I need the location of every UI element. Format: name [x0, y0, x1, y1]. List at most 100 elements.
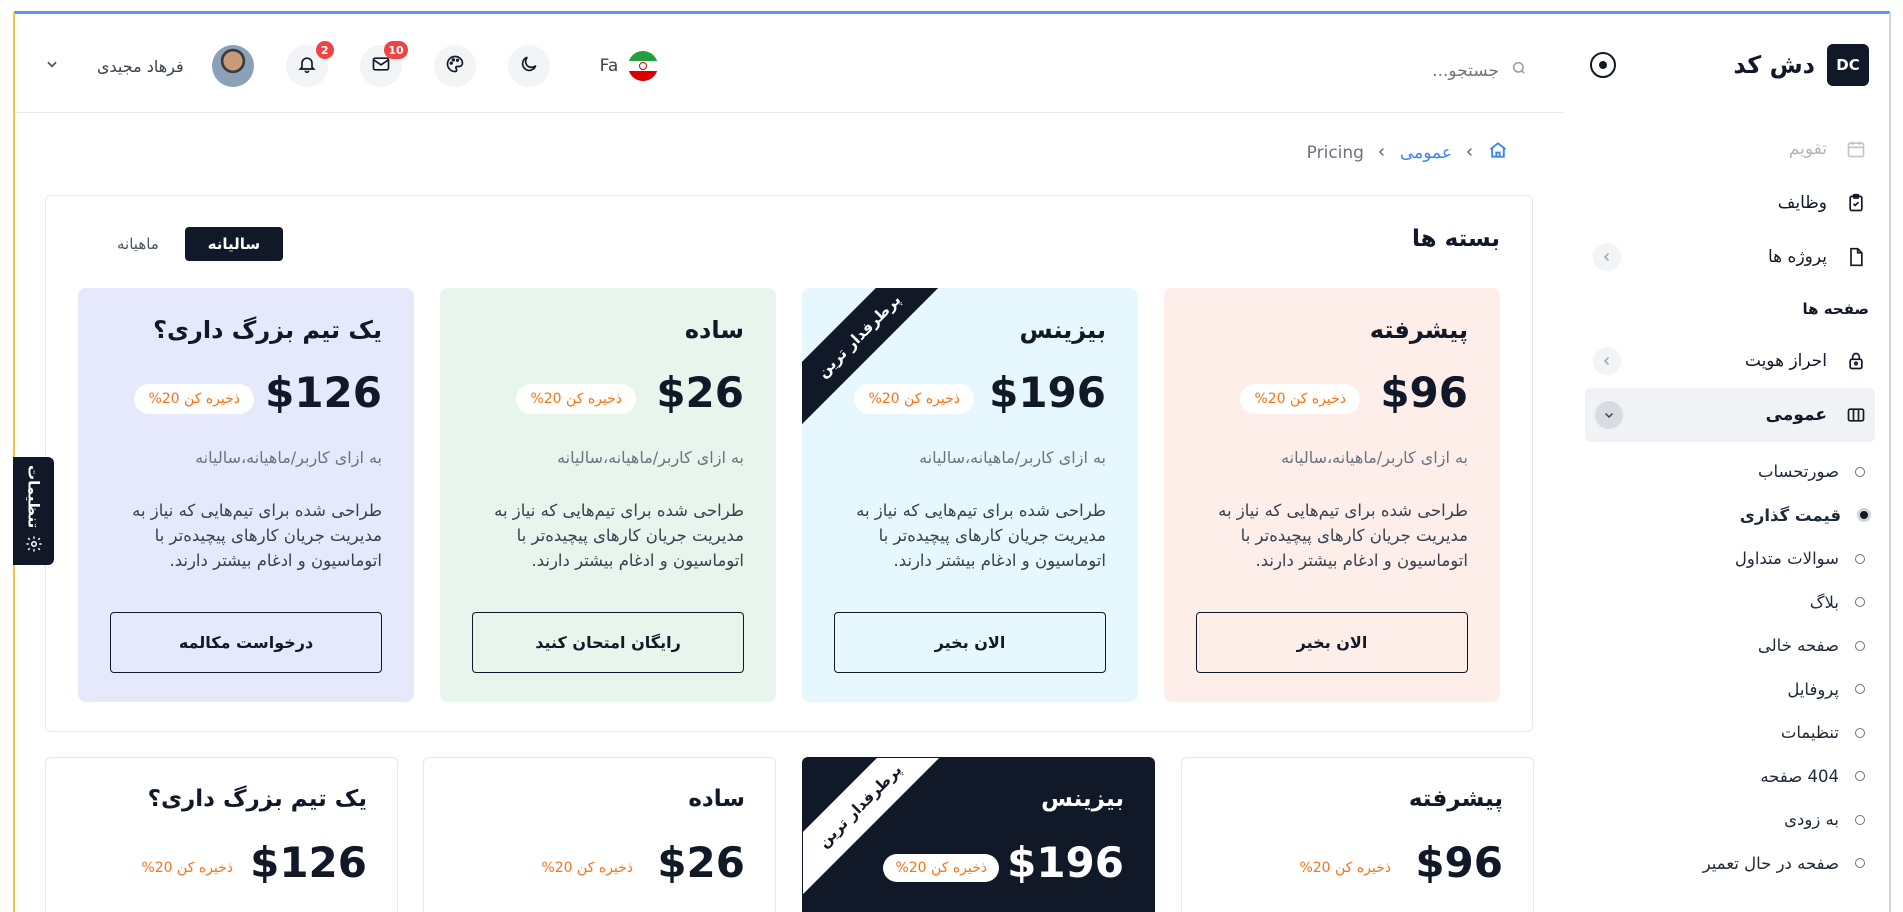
toggle-monthly[interactable]: ماهیانه — [91, 227, 185, 261]
subitem-label: تنظیمات — [1780, 723, 1839, 743]
avatar[interactable] — [211, 45, 254, 87]
pricing-title: بسته ها — [1412, 226, 1500, 252]
top-header: فرهاد مجیدی 2 10 Fa — [15, 14, 1563, 113]
plan-name: ساده — [688, 786, 745, 812]
bullet-icon — [1855, 814, 1865, 825]
home-icon[interactable] — [1488, 140, 1508, 165]
toggle-yearly[interactable]: سالیانه — [184, 227, 283, 261]
bell-icon — [297, 54, 317, 78]
language-code: Fa — [599, 56, 619, 76]
bullet-icon — [1855, 684, 1865, 695]
plan-price: $196 — [1007, 838, 1124, 887]
subitem-label: 404 صفحه — [1760, 766, 1839, 786]
plan-price: $96 — [1380, 368, 1468, 417]
search-box[interactable] — [1359, 60, 1527, 81]
messages-badge: 10 — [384, 41, 408, 59]
sidebar-subitem-coming-soon[interactable]: به زودی — [1571, 798, 1889, 842]
plan-name: بیزینس — [1019, 316, 1106, 344]
bullet-icon — [1855, 771, 1865, 782]
plan-period: به ازای کاربر/ماهیانه،سالیانه — [1281, 448, 1468, 467]
plan-cta-button[interactable]: الان بخیر — [834, 612, 1106, 673]
palette-icon — [445, 54, 465, 78]
subitem-label: صفحه خالی — [1757, 636, 1839, 656]
settings-tab-label: تنظیمات — [24, 465, 43, 529]
messages-button[interactable]: 10 — [359, 41, 408, 87]
bullet-icon — [1855, 858, 1865, 869]
window-right-border — [1889, 12, 1891, 912]
sidebar-collapse-toggle[interactable] — [1590, 52, 1616, 78]
bullet-icon — [1855, 597, 1865, 608]
notifications-button[interactable]: 2 — [285, 41, 334, 87]
bullet-icon — [1855, 553, 1865, 564]
subitem-label: بلاگ — [1809, 592, 1839, 612]
sidebar-subitem-settings[interactable]: تنظیمات — [1571, 711, 1889, 755]
sidebar-item-label: پروژه ها — [1768, 247, 1827, 267]
sidebar-item-auth[interactable]: احراز هویت — [1571, 334, 1889, 388]
dark-mode-button[interactable] — [507, 45, 550, 87]
sidebar-subitem-blog[interactable]: بلاگ — [1571, 581, 1889, 625]
save-badge: ذخیره کن 20% — [129, 854, 245, 882]
plan-description: طراحی شده برای تیم‌هایی که نیاز به مدیری… — [494, 501, 744, 570]
lock-icon — [1845, 350, 1867, 372]
file-icon — [1845, 246, 1867, 268]
plan-cta-button[interactable]: الان بخیر — [1196, 612, 1468, 673]
plan-card-advanced: پیشرفته $96 ذخیره کن 20% به ازای کاربر/م… — [1164, 288, 1500, 702]
breadcrumb-parent[interactable]: عمومی — [1400, 143, 1452, 163]
bullet-icon — [1855, 640, 1865, 651]
plan-price: $196 — [989, 368, 1106, 417]
sidebar-subitem-pricing[interactable]: قیمت گذاری — [1571, 494, 1889, 538]
moon-icon — [519, 54, 539, 78]
sidebar-item-calendar[interactable]: تقویم — [1571, 122, 1889, 176]
chevron-down-icon[interactable] — [45, 57, 59, 75]
plan-name: یک تیم بزرگ داری؟ — [153, 316, 382, 344]
plan-cta-button[interactable]: درخواست مکالمه — [110, 612, 382, 673]
header-tools: فرهاد مجیدی 2 10 Fa — [45, 41, 659, 88]
subitem-label: سوالات متداول — [1734, 549, 1839, 569]
theme-palette-button[interactable] — [433, 45, 476, 87]
subitem-label: قیمت گذاری — [1739, 505, 1841, 525]
sidebar-subitem-blank[interactable]: صفحه خالی — [1571, 624, 1889, 668]
sidebar-item-general[interactable]: عمومی — [1585, 388, 1875, 442]
plan-card-business-alt: پرطرفدار ترین بیزینس $196 ذخیره کن 20% — [802, 757, 1155, 912]
chevron-left-icon[interactable] — [1593, 243, 1621, 271]
plan-name: پیشرفته — [1408, 786, 1503, 812]
chevron-down-icon[interactable] — [1595, 401, 1623, 429]
sidebar-subitem-faq[interactable]: سوالات متداول — [1571, 537, 1889, 581]
sidebar-subitem-404[interactable]: 404 صفحه — [1571, 755, 1889, 799]
bullet-icon — [1855, 466, 1865, 477]
plan-card-advanced-alt: پیشرفته $96 ذخیره کن 20% — [1181, 757, 1534, 912]
chevron-left-icon — [1464, 144, 1476, 162]
plan-description: طراحی شده برای تیم‌هایی که نیاز به مدیری… — [132, 501, 382, 570]
plan-name: یک تیم بزرگ داری؟ — [147, 786, 367, 812]
sidebar-item-projects[interactable]: پروژه ها — [1571, 230, 1889, 284]
sidebar-item-tasks[interactable]: وظایف — [1571, 176, 1889, 230]
search-input[interactable] — [1359, 60, 1499, 81]
notifications-badge: 2 — [315, 41, 334, 59]
user-menu[interactable]: فرهاد مجیدی — [45, 45, 254, 87]
language-switcher[interactable]: Fa — [600, 51, 659, 81]
sidebar-item-label: تقویم — [1788, 139, 1827, 159]
gear-icon — [25, 535, 43, 557]
chevron-left-icon[interactable] — [1593, 347, 1621, 375]
settings-drawer-tab[interactable]: تنظیمات — [13, 457, 54, 565]
brand-logo: DC — [1827, 44, 1869, 86]
bullet-active-icon — [1857, 508, 1871, 523]
sidebar-submenu: صورتحساب قیمت گذاری سوالات متداول بلاگ ص… — [1571, 442, 1889, 885]
plan-card-enterprise-alt: یک تیم بزرگ داری؟ $126 ذخیره کن 20% — [45, 757, 398, 912]
sidebar-item-label: احراز هویت — [1744, 351, 1827, 371]
plan-cta-button[interactable]: رایگان امتحان کنید — [472, 612, 744, 673]
plan-card-simple-alt: ساده $26 ذخیره کن 20% — [423, 757, 776, 912]
columns-icon — [1845, 404, 1867, 426]
sidebar-subitem-profile[interactable]: پروفایل — [1571, 668, 1889, 712]
user-name: فرهاد مجیدی — [97, 56, 184, 76]
chevron-left-icon — [1376, 144, 1388, 162]
sidebar-subitem-invoice[interactable]: صورتحساب — [1571, 450, 1889, 494]
calendar-icon — [1845, 138, 1867, 160]
clipboard-check-icon — [1845, 192, 1867, 214]
section-label-pages: صفحه ها — [1802, 300, 1869, 318]
save-badge: ذخیره کن 20% — [134, 384, 254, 414]
billing-toggle: ماهیانه سالیانه — [91, 227, 283, 261]
brand[interactable]: DC دش کد — [1733, 44, 1869, 86]
sidebar-subitem-maintenance[interactable]: صفحه در حال تعمیر — [1571, 842, 1889, 886]
plan-price: $126 — [265, 368, 382, 417]
